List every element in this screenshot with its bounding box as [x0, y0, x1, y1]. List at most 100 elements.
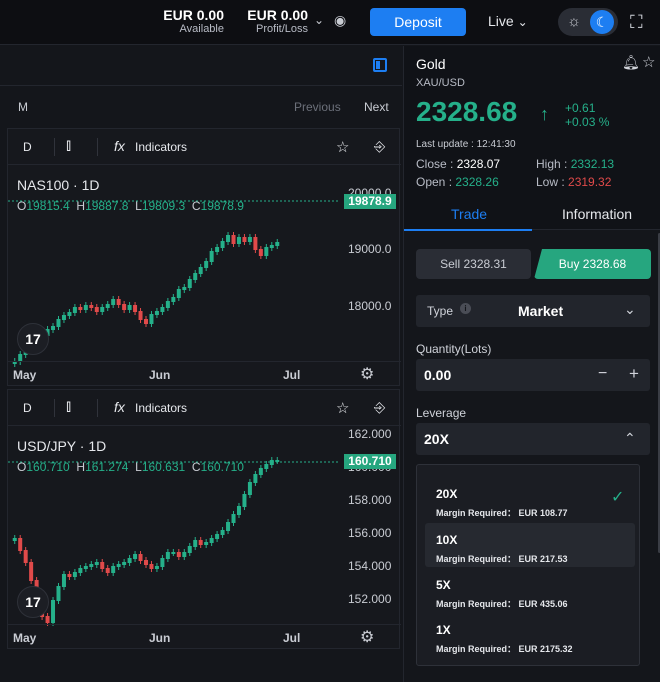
sun-icon[interactable]: ☼ — [562, 10, 586, 34]
chevron-down-icon[interactable]: ⌄ — [314, 13, 324, 27]
y-tick-label: 158.000 — [348, 493, 392, 507]
candle-body — [242, 494, 247, 507]
indicators-button[interactable]: Indicators — [135, 140, 187, 154]
star-icon[interactable]: ☆ — [336, 138, 349, 156]
candle-body — [275, 460, 280, 462]
margin-required: Margin Required： EUR 435.06 — [436, 599, 568, 609]
timeframe-m-button[interactable]: M — [18, 100, 28, 114]
timeframe-button[interactable]: D — [23, 401, 32, 415]
last-price-tag: 19878.9 — [344, 194, 396, 209]
ohlc-l-label: L — [135, 460, 142, 474]
y-tick-label: 156.000 — [348, 526, 392, 540]
candle-body — [258, 249, 263, 256]
chevron-down-icon: ⌄ — [517, 15, 528, 29]
ohlc-o-label: O — [17, 199, 27, 213]
candle-body — [182, 552, 187, 557]
last-update: Last update : 12:41:30 — [416, 139, 516, 150]
timeframe-button[interactable]: D — [23, 140, 32, 154]
ohlc-h-label: H — [76, 460, 86, 474]
chart-title: USD/JPY · 1D — [17, 438, 107, 454]
candle-body — [193, 540, 198, 547]
info-icon[interactable]: i — [460, 303, 471, 314]
candle-body — [198, 540, 203, 545]
fullscreen-icon[interactable]: ⛶ — [630, 12, 643, 33]
candle-body — [94, 307, 99, 312]
instrument-symbol: XAU/USD — [416, 77, 465, 89]
star-icon[interactable]: ☆ — [642, 53, 655, 71]
candle-body — [56, 319, 61, 327]
previous-button[interactable]: Previous — [294, 100, 341, 114]
order-type-select[interactable]: Type i Market ⌄ — [416, 295, 650, 327]
candle-body — [78, 568, 83, 573]
candle-body — [215, 247, 220, 252]
candles-svg — [8, 200, 338, 367]
plus-icon[interactable]: + — [629, 364, 639, 384]
candles-icon[interactable]: ⫾ — [66, 398, 71, 416]
panel-layout-icon[interactable] — [373, 58, 387, 72]
leverage-select[interactable]: 20X ⌃ — [416, 423, 650, 455]
star-icon[interactable]: ☆ — [336, 399, 349, 417]
snapshot-icon[interactable]: ⎆ — [374, 399, 385, 416]
arrow-up-icon: ↑ — [540, 104, 549, 124]
leverage-option-1x[interactable]: 1X Margin Required： EUR 2175.32 — [425, 613, 635, 657]
minus-icon[interactable]: − — [598, 365, 607, 383]
candles-icon[interactable]: ⫾ — [66, 137, 71, 155]
candle-body — [253, 237, 258, 250]
leverage-option-10x[interactable]: 10X Margin Required： EUR 217.53 — [425, 523, 635, 567]
sell-button[interactable]: Sell 2328.31 — [416, 249, 531, 279]
moon-icon[interactable]: ☾ — [590, 10, 614, 34]
candle-body — [171, 297, 176, 302]
open-stat: Open : 2328.26 — [416, 175, 499, 189]
change-pct: +0.03 % — [565, 115, 610, 129]
check-icon: ✓ — [611, 489, 625, 506]
candle-body — [220, 241, 225, 248]
ohlc-low: 160.631 — [141, 460, 186, 474]
tradingview-logo: 17 — [17, 586, 49, 618]
buy-button[interactable]: Buy 2328.68 — [534, 249, 651, 279]
candle-body — [111, 566, 116, 573]
bell-icon[interactable]: 🔔︎ — [622, 54, 640, 71]
tab-information[interactable]: Information — [562, 206, 632, 222]
candle-body — [18, 538, 23, 551]
candle-body — [269, 460, 274, 465]
x-tick-label: Jul — [283, 368, 301, 382]
quantity-label: Quantity(Lots) — [416, 342, 492, 356]
high-label: High : — [536, 157, 568, 171]
candle-body — [165, 301, 170, 308]
open-value: 2328.26 — [455, 175, 499, 189]
candle-body — [67, 312, 72, 316]
indicators-button[interactable]: Indicators — [135, 401, 187, 415]
candle-body — [193, 273, 198, 280]
eye-icon[interactable]: ◉ — [334, 12, 346, 29]
candle-body — [89, 305, 94, 308]
settings-gear-icon[interactable]: ⚙ — [360, 627, 374, 647]
leverage-option-5x[interactable]: 5X Margin Required： EUR 435.06 — [425, 568, 635, 612]
snapshot-icon[interactable]: ⎆ — [374, 138, 385, 155]
function-icon[interactable]: fx — [114, 399, 125, 415]
candle-body — [45, 616, 50, 623]
usdjpy-chart[interactable]: D ⫾ fx Indicators ☆ ⎆ USD/JPY · 1D O160.… — [7, 389, 401, 649]
candle-body — [264, 247, 269, 256]
quantity-stepper[interactable]: 0.00 − + — [416, 359, 650, 391]
nas100-chart[interactable]: D ⫾ fx Indicators ☆ ⎆ NAS100 · 1D O19815… — [7, 128, 401, 386]
candle-body — [247, 237, 252, 242]
candle-body — [171, 552, 176, 554]
y-tick-label: 19000.0 — [348, 242, 392, 256]
low-label: Low : — [536, 175, 565, 189]
tab-trade[interactable]: Trade — [451, 206, 487, 222]
high-stat: High : 2332.13 — [536, 157, 614, 171]
next-button[interactable]: Next — [364, 100, 389, 114]
candle-body — [29, 562, 34, 581]
candle-body — [138, 554, 143, 561]
quantity-input[interactable]: 0.00 — [424, 367, 451, 383]
leverage-label: Leverage — [416, 406, 467, 420]
candle-body — [116, 564, 121, 567]
candle-body — [226, 235, 231, 242]
leverage-option-20x[interactable]: 20X Margin Required： EUR 108.77 ✓ — [425, 477, 635, 521]
function-icon[interactable]: fx — [114, 138, 125, 154]
profit-loss: EUR 0.00 Profit/Loss — [244, 8, 308, 35]
deposit-button[interactable]: Deposit — [370, 8, 466, 36]
account-mode-select[interactable]: Live ⌄ — [488, 13, 528, 29]
settings-gear-icon[interactable]: ⚙ — [360, 364, 374, 384]
theme-toggle[interactable]: ☼ ☾ — [558, 8, 618, 36]
